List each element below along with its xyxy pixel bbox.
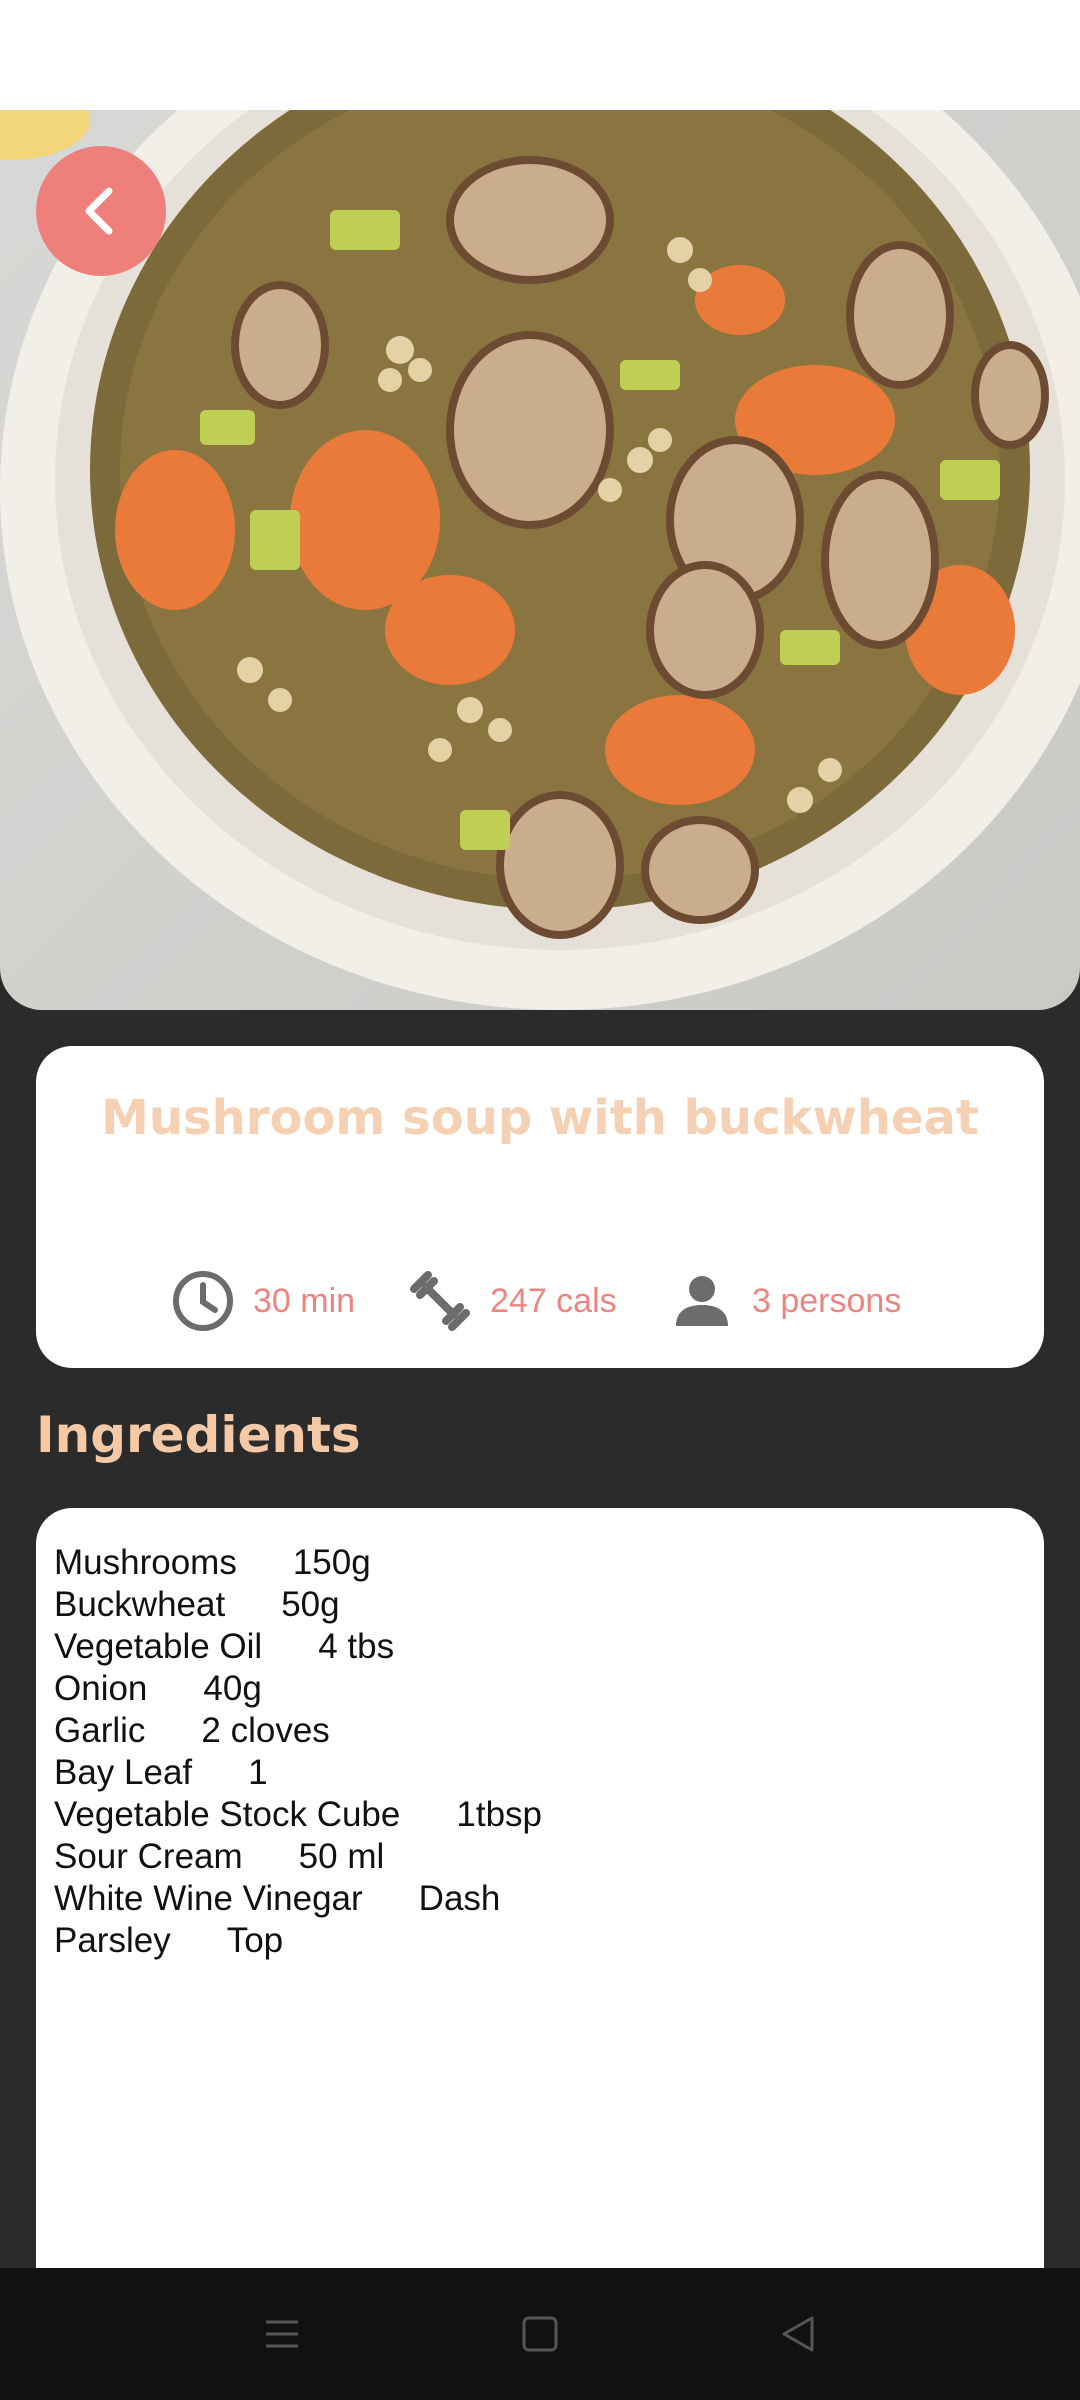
ingredient-row: Onion 40g: [54, 1668, 1044, 1710]
ingredient-qty: 150g: [292, 1543, 371, 1582]
back-button[interactable]: [36, 146, 166, 276]
back-triangle-icon: [782, 2316, 814, 2352]
ingredient-qty: 50 ml: [298, 1837, 385, 1876]
ingredient-row: Bay Leaf 1: [54, 1752, 1044, 1794]
ingredient-row: Garlic 2 cloves: [54, 1710, 1044, 1752]
recipe-info-card: Mushroom soup with buckwheat 30 min 247 …: [36, 1046, 1044, 1368]
recipe-photo: [0, 110, 1080, 1010]
person-icon: [670, 1269, 734, 1333]
status-bar: [0, 0, 1080, 110]
ingredient-row: Vegetable Oil 4 tbs: [54, 1626, 1044, 1668]
ingredient-name: White Wine Vinegar: [54, 1879, 363, 1918]
ingredient-qty: 40g: [203, 1669, 262, 1708]
servings-value: 3 persons: [752, 1281, 902, 1320]
menu-icon: [266, 2320, 298, 2348]
ingredient-qty: 2 cloves: [201, 1711, 330, 1750]
ingredient-name: Buckwheat: [54, 1585, 226, 1624]
ingredient-row: Mushrooms 150g: [54, 1542, 1044, 1584]
ingredient-qty: 1: [248, 1753, 268, 1792]
servings-info: 3 persons: [670, 1266, 901, 1336]
calories-value: 247 cals: [490, 1281, 617, 1320]
home-button[interactable]: [510, 2304, 570, 2364]
ingredient-name: Mushrooms: [54, 1543, 237, 1582]
ingredient-name: Sour Cream: [54, 1837, 243, 1876]
ingredient-name: Vegetable Oil: [54, 1627, 263, 1666]
ingredient-qty: 50g: [281, 1585, 340, 1624]
ingredient-name: Parsley: [54, 1921, 171, 1960]
ingredient-row: Buckwheat 50g: [54, 1584, 1044, 1626]
dumbbell-icon: [408, 1269, 472, 1333]
ingredient-qty: Dash: [418, 1879, 501, 1918]
calories-info: 247 cals: [408, 1266, 617, 1336]
time-info: 30 min: [171, 1266, 355, 1336]
ingredient-row: White Wine Vinegar Dash: [54, 1878, 1044, 1920]
menu-button[interactable]: [252, 2304, 312, 2364]
recipe-title: Mushroom soup with buckwheat: [101, 1090, 979, 1146]
ingredients-card: Mushrooms 150g Buckwheat 50g Vegetable Oil…: [36, 1508, 1044, 2278]
clock-icon: [171, 1269, 235, 1333]
ingredient-row: Parsley Top: [54, 1920, 1044, 1962]
home-square-icon: [522, 2316, 558, 2352]
time-value: 30 min: [253, 1281, 356, 1320]
ingredient-row: Sour Cream 50 ml: [54, 1836, 1044, 1878]
system-navigation-bar: [0, 2268, 1080, 2400]
ingredient-name: Bay Leaf: [54, 1753, 193, 1792]
ingredient-name: Onion: [54, 1669, 148, 1708]
ingredient-name: Vegetable Stock Cube: [54, 1795, 401, 1834]
ingredient-name: Garlic: [54, 1711, 146, 1750]
recipe-meta: 30 min 247 cals 3 persons: [36, 1266, 1044, 1336]
ingredient-qty: 4 tbs: [318, 1627, 395, 1666]
ingredient-qty: 1tbsp: [456, 1795, 542, 1834]
back-nav-button[interactable]: [768, 2304, 828, 2364]
chevron-left-icon: [85, 187, 113, 235]
ingredients-heading: Ingredients: [36, 1406, 361, 1464]
ingredient-qty: Top: [226, 1921, 284, 1960]
ingredient-row: Vegetable Stock Cube 1tbsp: [54, 1794, 1044, 1836]
